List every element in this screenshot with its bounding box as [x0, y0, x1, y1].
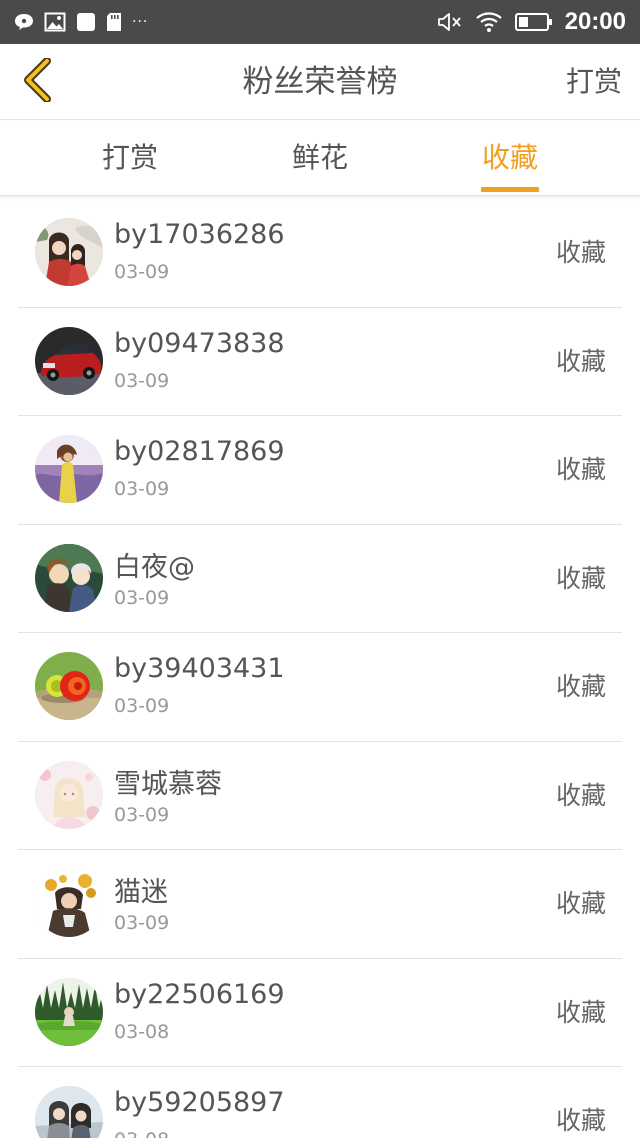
favorite-status: 收藏 — [555, 1106, 606, 1135]
date-label: 03-09 — [114, 586, 170, 609]
list-item[interactable]: by17036286 03-09 收藏 — [18, 199, 622, 308]
tab-label: 打赏 — [101, 141, 158, 174]
avatar — [35, 977, 103, 1046]
top-app-bar: 粉丝荣誉榜 打赏 — [0, 44, 640, 120]
tab-label: 收藏 — [481, 141, 538, 174]
status-bar-system: 20:00 — [437, 0, 626, 44]
avatar — [35, 543, 103, 612]
list-item[interactable]: 白夜@ 03-09 收藏 — [18, 525, 622, 633]
favorite-status: 收藏 — [555, 563, 606, 593]
back-button[interactable] — [12, 54, 62, 110]
list-item[interactable]: by59205897 03-08 收藏 — [18, 1067, 622, 1138]
wifi-icon — [475, 11, 503, 33]
date-label: 03-09 — [114, 478, 170, 500]
date-label: 03-09 — [114, 369, 170, 392]
reward-button[interactable]: 打赏 — [566, 44, 622, 120]
chat-bubble-icon — [14, 13, 34, 31]
date-label: 03-09 — [114, 695, 170, 717]
mute-icon — [437, 11, 463, 33]
user-name: 猫迷 — [114, 877, 168, 908]
date-label: 03-08 — [114, 1020, 170, 1043]
user-name: 白夜@ — [114, 551, 195, 583]
sd-card-icon — [106, 12, 122, 32]
favorite-status: 收藏 — [555, 346, 606, 376]
app-square-icon — [76, 12, 96, 32]
user-name: 雪城慕蓉 — [114, 768, 222, 800]
tab-bar: 打赏 鲜花 收藏 — [0, 121, 640, 196]
tab-reward[interactable]: 打赏 — [60, 121, 200, 196]
favorite-status: 收藏 — [555, 672, 606, 701]
list-item[interactable]: 猫迷 03-09 收藏 — [18, 850, 622, 959]
list-item[interactable]: by22506169 03-08 收藏 — [18, 959, 622, 1067]
user-name: by02817869 — [114, 436, 285, 467]
favorite-status: 收藏 — [555, 238, 606, 267]
user-name: by09473838 — [114, 327, 285, 359]
date-label: 03-09 — [114, 912, 170, 934]
date-label: 03-09 — [114, 261, 170, 283]
favorite-status: 收藏 — [555, 780, 606, 810]
user-name: by59205897 — [114, 1087, 285, 1118]
user-name: by39403431 — [114, 653, 285, 684]
list-item[interactable]: by39403431 03-09 收藏 — [18, 633, 622, 742]
more-notifications-indicator: ··· — [132, 14, 149, 30]
favorite-status: 收藏 — [555, 889, 606, 918]
user-name: by22506169 — [114, 978, 285, 1010]
avatar — [35, 1086, 103, 1138]
date-label: 03-08 — [114, 1129, 169, 1138]
clock: 20:00 — [564, 8, 626, 35]
avatar — [35, 760, 103, 829]
status-bar-notifications: ··· — [14, 0, 148, 44]
battery-icon — [514, 12, 553, 32]
avatar — [35, 326, 103, 395]
tab-label: 鲜花 — [291, 141, 348, 174]
tab-favorites[interactable]: 收藏 — [440, 121, 580, 196]
chevron-left-icon — [22, 57, 52, 106]
user-name: by17036286 — [114, 219, 285, 250]
favorite-status: 收藏 — [555, 455, 606, 484]
date-label: 03-09 — [114, 803, 170, 826]
avatar — [35, 652, 103, 720]
list-item[interactable]: by02817869 03-09 收藏 — [18, 416, 622, 525]
list-item[interactable]: 雪城慕蓉 03-09 收藏 — [18, 742, 622, 850]
favorite-status: 收藏 — [555, 997, 606, 1027]
image-icon — [44, 12, 66, 32]
active-tab-indicator — [481, 187, 539, 192]
tab-flowers[interactable]: 鲜花 — [250, 121, 390, 196]
avatar — [35, 435, 103, 503]
avatar — [35, 869, 103, 937]
fan-list: by17036286 03-09 收藏 by09473838 03-09 收藏 … — [0, 199, 640, 1138]
page-title: 粉丝荣誉榜 — [242, 64, 398, 100]
avatar — [35, 218, 103, 286]
status-bar: ··· 20:00 — [0, 0, 640, 44]
list-item[interactable]: by09473838 03-09 收藏 — [18, 308, 622, 416]
